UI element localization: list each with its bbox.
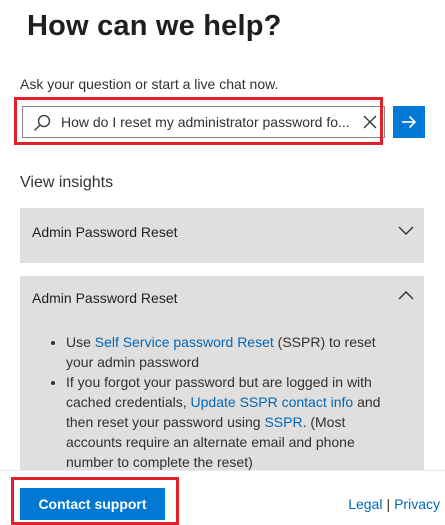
sspr-link[interactable]: Self Service password Reset [95,334,274,350]
list-item: If you forgot your password but are logg… [66,372,385,472]
contact-highlight-frame [11,477,179,525]
insight-title: Admin Password Reset [32,290,178,306]
search-submit-button[interactable] [393,106,425,138]
chevron-up-icon[interactable] [398,288,414,304]
chevron-down-icon[interactable] [398,222,414,238]
footer-separator: | [386,496,391,512]
page-subtitle: Ask your question or start a live chat n… [20,76,279,92]
bullet-text: Use [66,334,95,350]
search-highlight-frame [14,97,383,145]
insights-heading: View insights [20,174,114,191]
sspr-short-link[interactable]: SSPR [264,414,302,430]
help-panel: How can we help? Ask your question or st… [0,0,445,525]
insight-title: Admin Password Reset [32,224,178,240]
privacy-link[interactable]: Privacy [394,496,440,512]
list-item: Use Self Service password Reset (SSPR) t… [66,332,385,372]
insight-accordion-expanded[interactable]: Admin Password Reset Use Self Service pa… [20,276,424,476]
arrow-right-icon [393,114,425,130]
insight-accordion-collapsed[interactable]: Admin Password Reset [20,208,424,263]
footer-links: Legal | Privacy [348,496,440,512]
page-title: How can we help? [27,10,282,42]
insight-bullet-list: Use Self Service password Reset (SSPR) t… [40,332,385,472]
insight-body: Use Self Service password Reset (SSPR) t… [40,332,385,472]
update-sspr-contact-link[interactable]: Update SSPR contact info [191,394,354,410]
legal-link[interactable]: Legal [348,496,382,512]
